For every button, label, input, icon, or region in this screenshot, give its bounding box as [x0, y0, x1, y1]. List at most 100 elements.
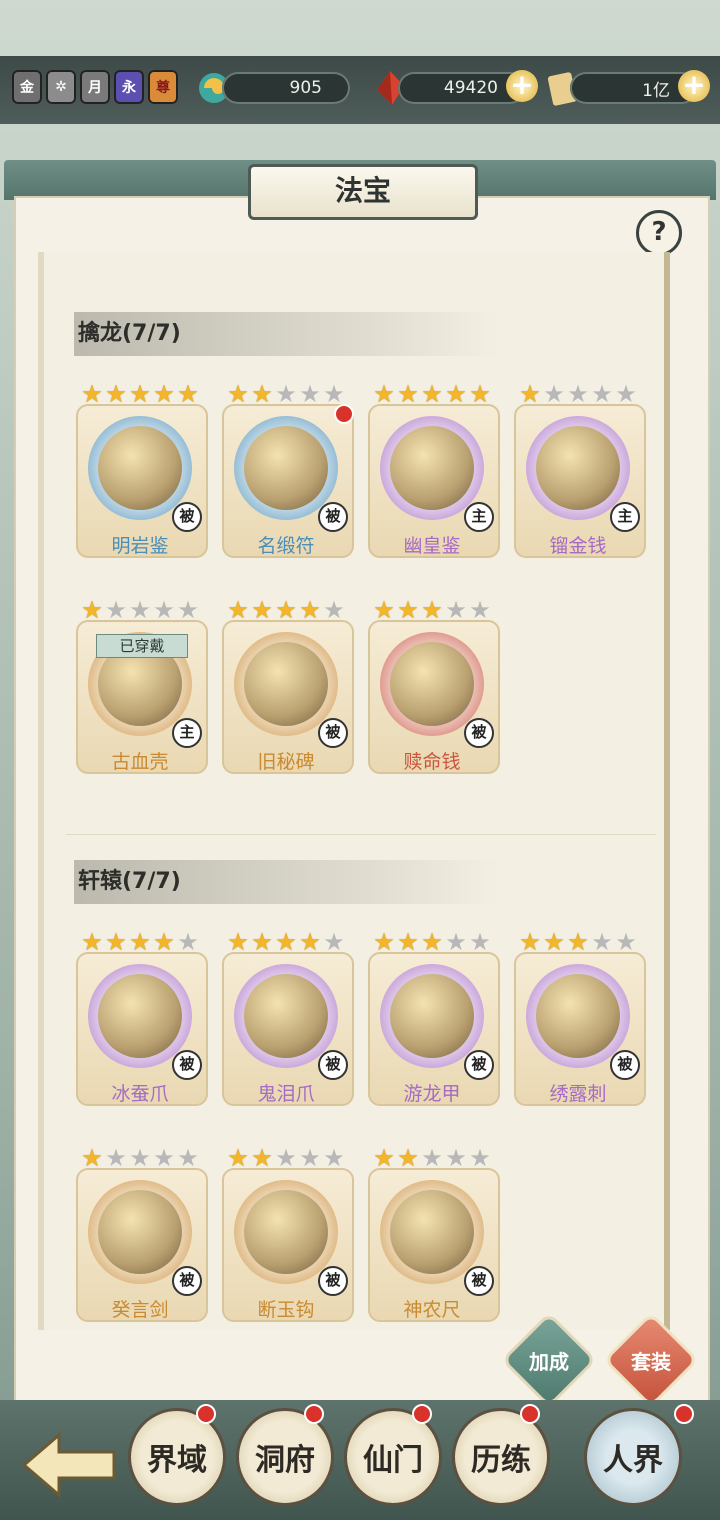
treasure-name: 癸言剑	[111, 1299, 169, 1321]
star-icon: ★	[275, 928, 297, 956]
star-icon: ★	[469, 928, 491, 956]
treasure-icon	[88, 964, 192, 1068]
star-rating: ★ ★ ★ ★ ★	[226, 930, 350, 956]
treasure-artwork	[390, 426, 474, 510]
rank-badge[interactable]: ✲	[46, 70, 76, 104]
add-note-button[interactable]: +	[678, 70, 710, 102]
star-icon: ★	[567, 928, 589, 956]
skill-type-badge: 主	[172, 718, 202, 748]
rank-badge[interactable]: 尊	[148, 70, 178, 104]
star-icon: ★	[105, 380, 127, 408]
star-icon: ★	[129, 1144, 151, 1172]
rank-badge[interactable]: 金	[12, 70, 42, 104]
treasure-card[interactable]: ★ ★ ★ ★ ★ 被神农尺	[368, 1146, 500, 1330]
star-rating: ★ ★ ★ ★ ★	[80, 382, 204, 408]
treasure-card[interactable]: ★ ★ ★ ★ ★ 主幽皇鉴	[368, 380, 500, 572]
star-icon: ★	[153, 380, 175, 408]
help-button[interactable]: ?	[636, 210, 682, 256]
star-icon: ★	[227, 596, 249, 624]
star-rating: ★ ★ ★ ★ ★	[372, 598, 496, 624]
treasure-artwork	[536, 426, 620, 510]
treasure-name: 游龙甲	[403, 1083, 461, 1105]
star-icon: ★	[81, 380, 103, 408]
treasure-name: 赎命钱	[403, 751, 461, 773]
treasure-list[interactable]: 擒龙(7/7) ★ ★ ★ ★ ★ 被明岩鉴 ★ ★ ★ ★ ★ 被名缎符 ★ ★ ★ ★ ★ 主幽皇鉴 ★ ★ ★ ★ ★ 主…	[38, 252, 670, 1330]
star-icon: ★	[591, 928, 613, 956]
star-icon: ★	[251, 1144, 273, 1172]
treasure-card[interactable]: ★ ★ ★ ★ ★ 主镏金钱	[514, 382, 646, 572]
treasure-icon	[526, 416, 630, 520]
resource-bar: 金 ✲ 月 永 尊 905 49420 + 1亿 +	[0, 56, 720, 124]
treasure-card[interactable]: ★ ★ ★ ★ ★ 被绣露刺	[514, 930, 646, 1120]
treasure-card[interactable]: ★ ★ ★ ★ ★ 被冰蚕爪	[76, 930, 208, 1120]
skill-type-badge: 被	[318, 718, 348, 748]
treasure-icon	[234, 632, 338, 736]
nav-trial[interactable]: 历练	[452, 1408, 550, 1506]
nav-human-realm[interactable]: 人界	[584, 1408, 682, 1506]
nav-realm-domain[interactable]: 界域	[128, 1408, 226, 1506]
star-icon: ★	[251, 928, 273, 956]
star-rating: ★ ★ ★ ★ ★	[372, 1146, 496, 1172]
equipped-badge: 已穿戴	[96, 634, 188, 658]
skill-type-badge: 被	[318, 1050, 348, 1080]
treasure-card[interactable]: ★ ★ ★ ★ ★ 被断玉钩	[222, 1144, 354, 1330]
rank-badge[interactable]: 永	[114, 70, 144, 104]
star-icon: ★	[299, 1144, 321, 1172]
set-button[interactable]: 套装	[606, 1320, 696, 1400]
nav-sect[interactable]: 仙门	[344, 1408, 442, 1506]
star-rating: ★ ★ ★ ★ ★	[80, 598, 204, 624]
notification-dot	[196, 1404, 216, 1424]
nav-label: 仙门	[363, 1443, 423, 1478]
treasure-card[interactable]: ★ ★ ★ ★ ★ 被名缎符	[222, 382, 354, 572]
back-arrow-icon[interactable]	[14, 1420, 124, 1510]
star-rating: ★ ★ ★ ★ ★	[226, 382, 350, 408]
treasure-icon	[380, 632, 484, 736]
treasure-card[interactable]: ★ ★ ★ ★ ★ 被鬼泪爪	[222, 930, 354, 1120]
treasure-icon	[380, 964, 484, 1068]
star-icon: ★	[129, 380, 151, 408]
treasure-artwork	[244, 642, 328, 726]
treasure-artwork	[244, 974, 328, 1058]
star-icon: ★	[615, 380, 637, 408]
star-icon: ★	[299, 928, 321, 956]
treasure-name: 名缎符	[257, 535, 315, 557]
skill-type-badge: 被	[318, 1266, 348, 1296]
star-icon: ★	[615, 928, 637, 956]
star-rating: ★ ★ ★ ★ ★	[518, 930, 642, 956]
star-icon: ★	[81, 1144, 103, 1172]
star-icon: ★	[543, 928, 565, 956]
panel-title: 法宝	[248, 164, 478, 220]
star-rating: ★ ★ ★ ★ ★	[518, 382, 642, 408]
star-icon: ★	[177, 380, 199, 408]
treasure-icon	[234, 416, 338, 520]
section-title: 轩辕(7/7)	[74, 860, 498, 904]
add-crystal-button[interactable]: +	[506, 70, 538, 102]
section-divider	[66, 834, 656, 835]
star-icon: ★	[153, 1144, 175, 1172]
treasure-icon	[234, 1180, 338, 1284]
skill-type-badge: 被	[172, 502, 202, 532]
treasure-card[interactable]: ★ ★ ★ ★ ★ 被旧秘碑	[222, 596, 354, 788]
bonus-button[interactable]: 加成	[504, 1320, 594, 1400]
star-icon: ★	[397, 1144, 419, 1172]
treasure-card[interactable]: ★ ★ ★ ★ ★ 被游龙甲	[368, 930, 500, 1120]
star-icon: ★	[397, 928, 419, 956]
rank-badge[interactable]: 月	[80, 70, 110, 104]
treasure-card[interactable]: ★ ★ ★ ★ ★ 被赎命钱	[368, 598, 500, 788]
treasure-card[interactable]: ★ ★ ★ ★ ★ 已穿戴主古血壳	[76, 598, 208, 788]
nav-cave[interactable]: 洞府	[236, 1408, 334, 1506]
notification-dot	[334, 404, 354, 424]
star-icon: ★	[397, 380, 419, 408]
skill-type-badge: 被	[464, 718, 494, 748]
star-icon: ★	[519, 380, 541, 408]
treasure-artwork	[98, 426, 182, 510]
treasure-icon	[88, 416, 192, 520]
treasure-artwork	[244, 426, 328, 510]
star-rating: ★ ★ ★ ★ ★	[372, 930, 496, 956]
star-icon: ★	[227, 1144, 249, 1172]
skill-type-badge: 被	[610, 1050, 640, 1080]
treasure-card[interactable]: ★ ★ ★ ★ ★ 被明岩鉴	[76, 382, 208, 572]
treasure-card[interactable]: ★ ★ ★ ★ ★ 被癸言剑	[76, 1144, 208, 1330]
star-icon: ★	[373, 1144, 395, 1172]
treasure-icon	[234, 964, 338, 1068]
